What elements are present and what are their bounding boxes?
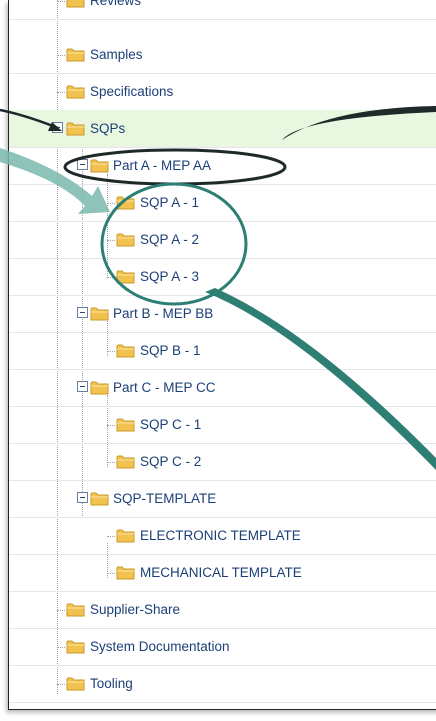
tree-item-label[interactable]: SQP A - 1 xyxy=(140,184,199,221)
tree-item-label[interactable]: Part B - MEP BB xyxy=(113,295,213,332)
folder-icon xyxy=(90,159,109,173)
folder-icon xyxy=(116,233,135,247)
folder-icon xyxy=(116,270,135,284)
collapse-toggle-icon[interactable] xyxy=(52,122,63,133)
folder-icon xyxy=(66,0,85,8)
tree-item-sqp-c1[interactable]: SQP C - 1 xyxy=(9,406,436,444)
tree-item-sqp-template[interactable]: SQP-TEMPLATE xyxy=(9,480,436,518)
tree-item-mechanical-template[interactable]: MECHANICAL TEMPLATE xyxy=(9,554,436,592)
tree-item-tooling[interactable]: Tooling xyxy=(9,665,436,703)
tree-item-part-a[interactable]: Part A - MEP AA xyxy=(9,147,436,185)
folder-tree-panel: Reviews Samples Specifications SQPs Part xyxy=(8,0,436,710)
collapse-toggle-icon[interactable] xyxy=(77,307,88,318)
tree-item-sqp-b1[interactable]: SQP B - 1 xyxy=(9,332,436,370)
tree-item-sqp-a3[interactable]: SQP A - 3 xyxy=(9,258,436,296)
tree-item-label[interactable]: SQP B - 1 xyxy=(140,332,201,369)
tree-item-label[interactable]: Reviews xyxy=(90,0,141,19)
tree-item-label[interactable]: SQP C - 1 xyxy=(140,406,201,443)
tree-item-part-c[interactable]: Part C - MEP CC xyxy=(9,369,436,407)
tree-item-label[interactable]: SQP-TEMPLATE xyxy=(113,480,216,517)
folder-icon xyxy=(116,529,135,543)
folder-icon xyxy=(90,492,109,506)
tree-item-label[interactable]: SQP C - 2 xyxy=(140,443,201,480)
folder-icon xyxy=(90,307,109,321)
tree-item-label[interactable]: Part A - MEP AA xyxy=(113,147,211,184)
tree-item-label[interactable]: Supplier-Share xyxy=(90,591,180,628)
tree-item-label[interactable]: SQP A - 3 xyxy=(140,258,199,295)
tree-item-label[interactable]: Part C - MEP CC xyxy=(113,369,216,406)
tree-item-sqps[interactable]: SQPs xyxy=(9,110,436,148)
folder-icon xyxy=(66,603,85,617)
tree-item-electronic-template[interactable]: ELECTRONIC TEMPLATE xyxy=(9,517,436,555)
folder-icon xyxy=(116,418,135,432)
tree-item-sqp-c2[interactable]: SQP C - 2 xyxy=(9,443,436,481)
collapse-toggle-icon[interactable] xyxy=(77,381,88,392)
tree-item-reviews[interactable]: Reviews xyxy=(9,0,436,20)
folder-icon xyxy=(66,640,85,654)
folder-icon xyxy=(66,677,85,691)
folder-icon xyxy=(66,85,85,99)
collapse-toggle-icon[interactable] xyxy=(77,492,88,503)
folder-icon xyxy=(116,196,135,210)
tree-item-label[interactable]: Tooling xyxy=(90,665,133,702)
tree-item-label[interactable]: Samples xyxy=(90,36,143,73)
tree-item-label[interactable]: ELECTRONIC TEMPLATE xyxy=(140,517,301,554)
tree-item-specifications[interactable]: Specifications xyxy=(9,73,436,111)
tree-item-sqp-a1[interactable]: SQP A - 1 xyxy=(9,184,436,222)
tree-item-label[interactable]: SQPs xyxy=(90,110,125,147)
collapse-toggle-icon[interactable] xyxy=(77,159,88,170)
tree-item-system-documentation[interactable]: System Documentation xyxy=(9,628,436,666)
folder-icon xyxy=(90,381,109,395)
folder-icon xyxy=(116,344,135,358)
tree-item-label[interactable]: Specifications xyxy=(90,73,173,110)
tree-item-sqp-a2[interactable]: SQP A - 2 xyxy=(9,221,436,259)
tree-item-part-b[interactable]: Part B - MEP BB xyxy=(9,295,436,333)
folder-icon xyxy=(66,48,85,62)
tree-item-label[interactable]: System Documentation xyxy=(90,628,230,665)
tree-item-label[interactable]: MECHANICAL TEMPLATE xyxy=(140,554,302,591)
tree-item-supplier-share[interactable]: Supplier-Share xyxy=(9,591,436,629)
tree-item-samples[interactable]: Samples xyxy=(9,36,436,74)
folder-icon xyxy=(66,122,85,136)
folder-icon xyxy=(116,455,135,469)
folder-icon xyxy=(116,566,135,580)
tree-item-label[interactable]: SQP A - 2 xyxy=(140,221,199,258)
